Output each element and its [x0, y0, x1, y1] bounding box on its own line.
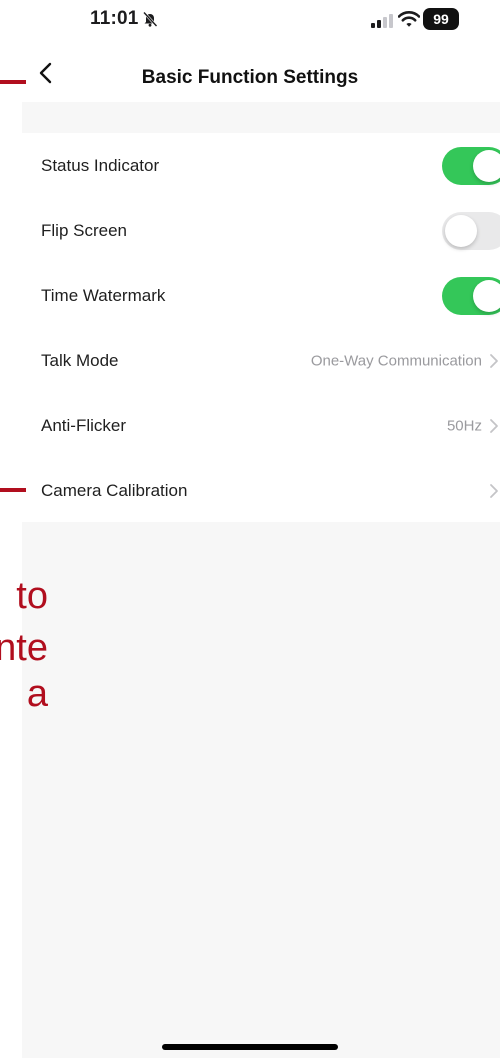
toggle-knob [473, 279, 500, 312]
setting-value: One-Way Communication [310, 352, 482, 369]
setting-row-status-indicator[interactable]: Status Indicator [22, 133, 500, 198]
wifi-icon [398, 11, 420, 27]
time-watermark-toggle[interactable] [442, 276, 500, 315]
setting-label: Time Watermark [41, 285, 166, 305]
battery-icon: 99 [423, 8, 459, 30]
chevron-right-icon [490, 353, 498, 368]
setting-label: Flip Screen [41, 220, 127, 240]
setting-row-anti-flicker[interactable]: Anti-Flicker 50Hz [22, 393, 500, 458]
annotation-strip [0, 0, 22, 1058]
setting-value: 50Hz [446, 417, 482, 434]
setting-row-time-watermark[interactable]: Time Watermark [22, 263, 500, 328]
status-bar: 11:01 99 [22, 0, 500, 42]
annotation-marker [0, 80, 26, 84]
signal-icon [371, 14, 393, 28]
annotation-text: to [16, 575, 48, 617]
status-indicator-toggle[interactable] [442, 146, 500, 185]
page-title: Basic Function Settings [141, 67, 359, 88]
annotation-text: a [26, 673, 48, 715]
setting-row-camera-calibration[interactable]: Camera Calibration [22, 458, 500, 523]
annotation-text: nte [0, 627, 48, 669]
navigation-bar: Basic Function Settings [22, 42, 500, 102]
setting-label: Camera Calibration [41, 480, 188, 500]
toggle-knob [473, 149, 500, 182]
home-indicator[interactable] [162, 1044, 338, 1050]
toggle-knob [445, 214, 477, 247]
bell-off-icon [143, 11, 158, 27]
status-time: 11:01 [90, 8, 139, 29]
settings-list: Status Indicator Flip Screen Time Waterm… [22, 133, 500, 522]
annotation-marker [0, 488, 26, 492]
flip-screen-toggle[interactable] [442, 211, 500, 250]
chevron-right-icon [490, 418, 498, 433]
setting-label: Status Indicator [41, 155, 160, 175]
setting-label: Anti-Flicker [41, 415, 127, 435]
setting-label: Talk Mode [41, 350, 119, 370]
setting-row-flip-screen[interactable]: Flip Screen [22, 198, 500, 263]
phone-screen: 11:01 99 Basic Function Settings Status … [22, 0, 500, 1058]
setting-row-talk-mode[interactable]: Talk Mode One-Way Communication [22, 328, 500, 393]
chevron-right-icon [490, 483, 498, 498]
